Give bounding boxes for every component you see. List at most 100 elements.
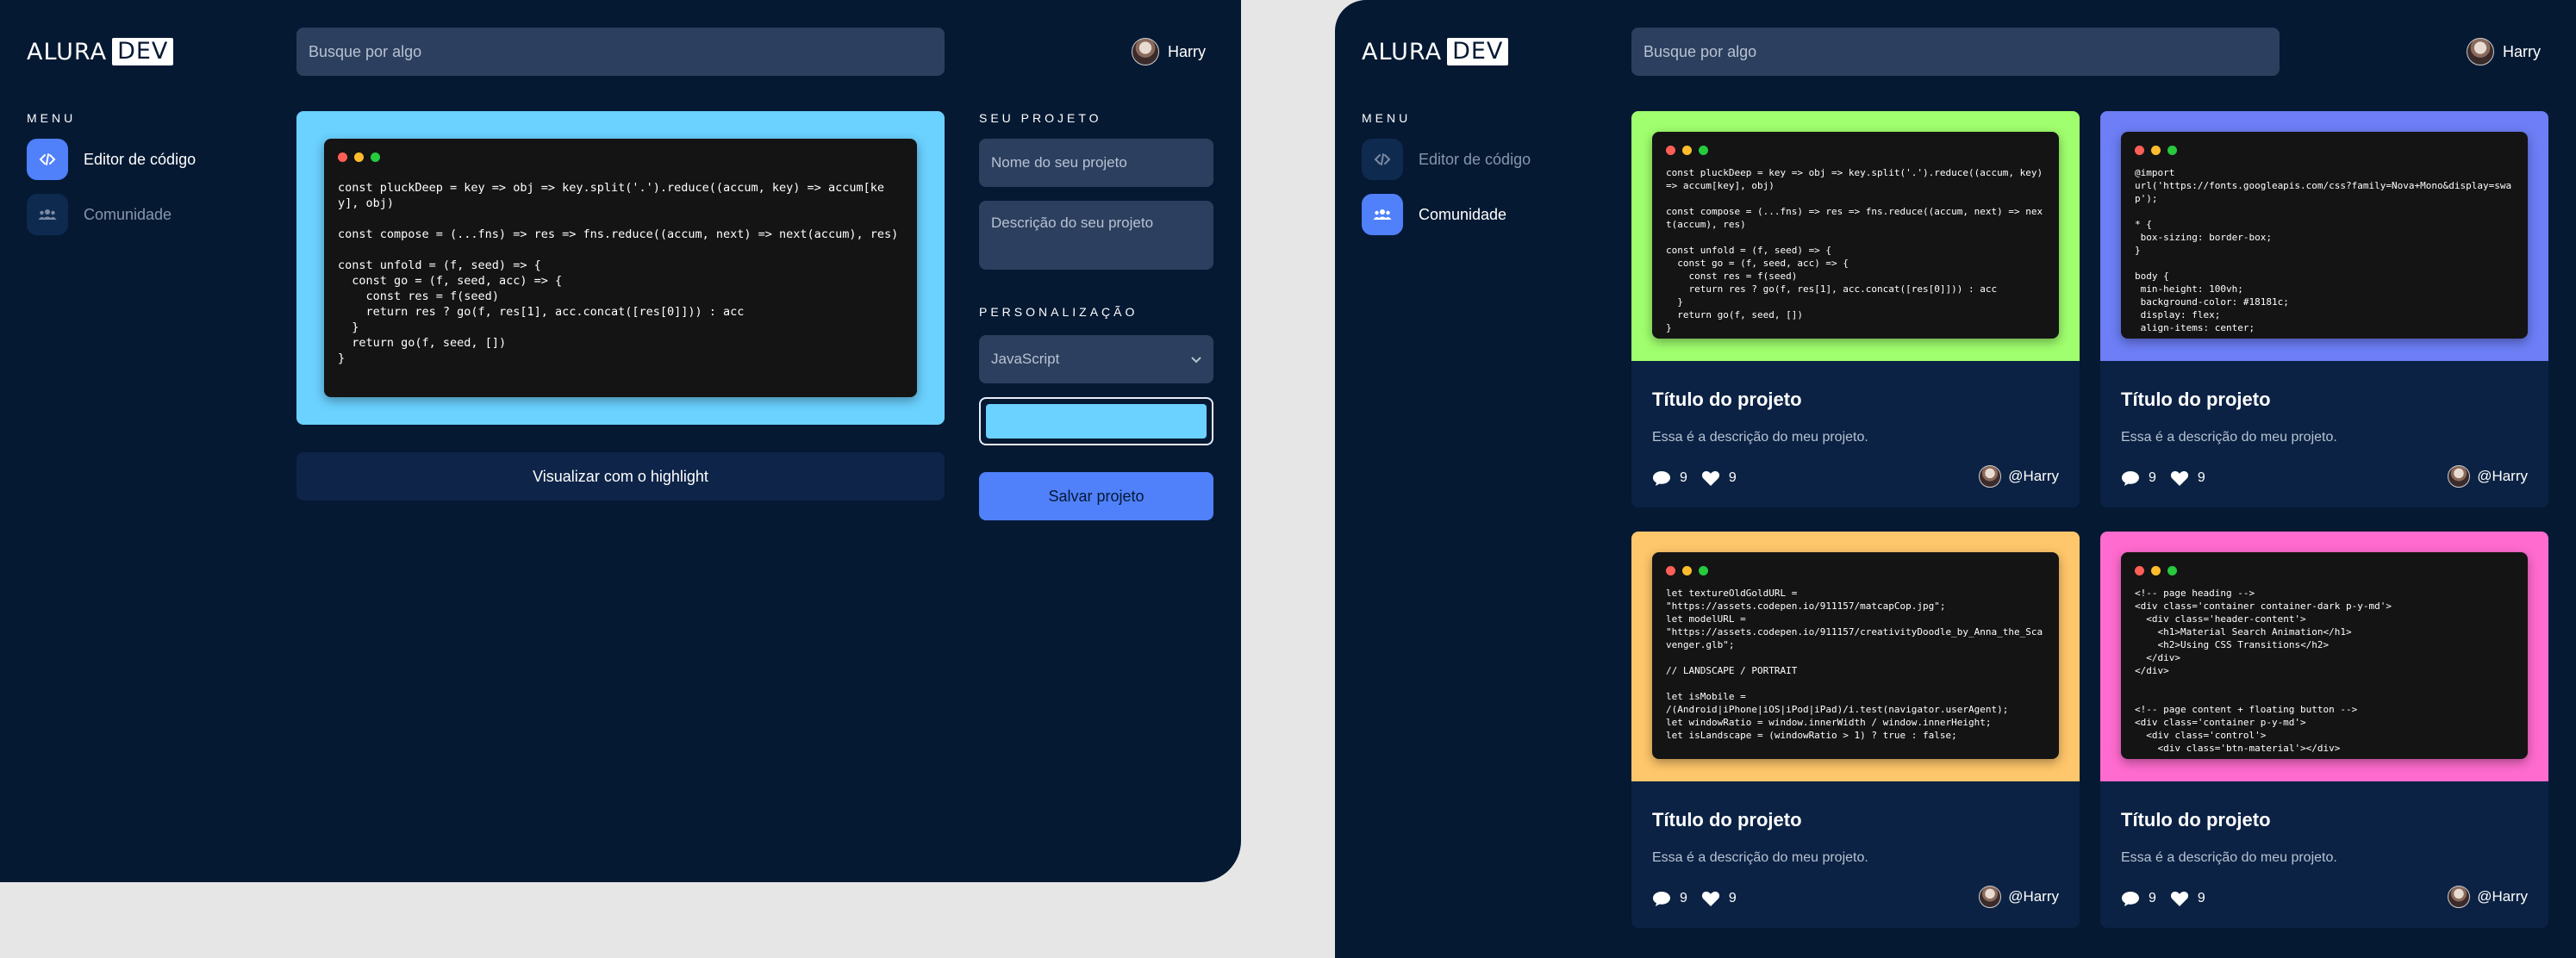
card-preview[interactable]: @import url('https://fonts.googleapis.co…: [2100, 111, 2548, 361]
card-stats: 9 9: [1652, 890, 1737, 907]
comment-count: 9: [2149, 891, 2156, 905]
code-preview: const pluckDeep = key => obj => key.spli…: [1652, 132, 2059, 339]
code-editor-frame: const pluckDeep = key => obj => key.spli…: [296, 111, 945, 425]
sidebar-item-label: Editor de código: [84, 150, 196, 168]
close-dot-icon: [338, 152, 347, 162]
avatar: [2448, 465, 2471, 488]
comment-count: 9: [1680, 470, 1687, 485]
search-input[interactable]: [296, 28, 945, 76]
search-input[interactable]: [1631, 28, 2280, 76]
window-controls: [338, 152, 380, 162]
card-preview[interactable]: <!-- page heading --> <div class='contai…: [2100, 532, 2548, 781]
comment-icon[interactable]: [2121, 890, 2140, 907]
sidebar-item-editor[interactable]: Editor de código: [1362, 139, 1531, 180]
comment-icon[interactable]: [2121, 470, 2140, 487]
author-name: @Harry: [2008, 468, 2059, 484]
code-editor[interactable]: const pluckDeep = key => obj => key.spli…: [324, 139, 917, 397]
user-name: Harry: [1168, 42, 1206, 60]
close-dot-icon: [2135, 146, 2144, 155]
like-count: 9: [1728, 470, 1737, 485]
author-name: @Harry: [2008, 888, 2059, 905]
user-name: Harry: [2503, 42, 2541, 60]
editor-screen: ALURA DEV Harry MENU Editor de código Co…: [0, 0, 1241, 882]
comment-count: 9: [2149, 470, 2156, 485]
users-icon: [27, 194, 68, 235]
logo[interactable]: ALURA DEV: [1362, 38, 1509, 65]
heart-icon[interactable]: [2170, 470, 2189, 487]
close-dot-icon: [1666, 146, 1675, 155]
close-dot-icon: [2135, 566, 2144, 575]
window-controls: [2135, 146, 2177, 155]
chevron-down-icon: [1191, 351, 1201, 368]
sidebar-item-label: Editor de código: [1419, 150, 1531, 168]
card-author[interactable]: @Harry: [1979, 465, 2059, 488]
maximize-dot-icon: [2167, 146, 2177, 155]
card-stats: 9 9: [1652, 470, 1737, 487]
maximize-dot-icon: [2167, 566, 2177, 575]
comment-icon[interactable]: [1652, 470, 1671, 487]
card-info: Título do projeto Essa é a descrição do …: [2100, 361, 2548, 507]
color-picker[interactable]: [979, 397, 1213, 445]
comment-icon[interactable]: [1652, 890, 1671, 907]
logo[interactable]: ALURA DEV: [27, 38, 174, 65]
window-controls: [1666, 566, 1708, 575]
author-name: @Harry: [2477, 888, 2528, 905]
code-icon: [1362, 139, 1403, 180]
close-dot-icon: [1666, 566, 1675, 575]
heart-icon[interactable]: [1701, 890, 1720, 907]
customization-title: PERSONALIZAÇÃO: [979, 305, 1138, 319]
project-card[interactable]: @import url('https://fonts.googleapis.co…: [2100, 111, 2548, 507]
avatar: [2448, 886, 2471, 908]
code-preview: let textureOldGoldURL = "https://assets.…: [1652, 552, 2059, 759]
card-author[interactable]: @Harry: [1979, 886, 2059, 908]
card-title: Título do projeto: [2121, 389, 2271, 410]
code-icon: [27, 139, 68, 180]
heart-icon[interactable]: [2170, 890, 2189, 907]
like-count: 9: [2197, 470, 2205, 485]
card-description: Essa é a descrição do meu projeto.: [1652, 430, 1868, 445]
card-description: Essa é a descrição do meu projeto.: [1652, 850, 1868, 865]
minimize-dot-icon: [2151, 146, 2161, 155]
logo-badge: DEV: [1447, 38, 1509, 65]
card-stats: 9 9: [2121, 470, 2205, 487]
card-stats: 9 9: [2121, 890, 2205, 907]
code-content: @import url('https://fonts.googleapis.co…: [2135, 167, 2512, 333]
sidebar-item-community[interactable]: Comunidade: [1362, 194, 1506, 235]
project-card[interactable]: const pluckDeep = key => obj => key.spli…: [1631, 111, 2080, 507]
menu-title: MENU: [27, 111, 77, 125]
heart-icon[interactable]: [1701, 470, 1720, 487]
maximize-dot-icon: [1699, 566, 1708, 575]
card-author[interactable]: @Harry: [2448, 465, 2528, 488]
maximize-dot-icon: [371, 152, 380, 162]
card-title: Título do projeto: [2121, 809, 2271, 830]
highlight-button[interactable]: Visualizar com o highlight: [296, 452, 945, 501]
community-screen: ALURA DEV Harry MENU Editor de código Co…: [1335, 0, 2576, 958]
project-description-input[interactable]: [979, 201, 1213, 270]
card-preview[interactable]: let textureOldGoldURL = "https://assets.…: [1631, 532, 2080, 781]
card-title: Título do projeto: [1652, 389, 1802, 410]
sidebar-item-community[interactable]: Comunidade: [27, 194, 172, 235]
language-select[interactable]: JavaScript: [979, 335, 1213, 383]
user-profile[interactable]: Harry: [1132, 38, 1206, 65]
avatar: [1979, 465, 2002, 488]
card-author[interactable]: @Harry: [2448, 886, 2528, 908]
project-card[interactable]: <!-- page heading --> <div class='contai…: [2100, 532, 2548, 928]
user-profile[interactable]: Harry: [2467, 38, 2541, 65]
sidebar-item-editor[interactable]: Editor de código: [27, 139, 196, 180]
project-card[interactable]: let textureOldGoldURL = "https://assets.…: [1631, 532, 2080, 928]
window-controls: [2135, 566, 2177, 575]
card-info: Título do projeto Essa é a descrição do …: [1631, 361, 2080, 507]
project-name-input[interactable]: [979, 139, 1213, 187]
logo-text: ALURA: [1362, 38, 1443, 65]
maximize-dot-icon: [1699, 146, 1708, 155]
code-content: <!-- page heading --> <div class='contai…: [2135, 588, 2392, 754]
minimize-dot-icon: [354, 152, 364, 162]
code-content: let textureOldGoldURL = "https://assets.…: [1666, 588, 2043, 741]
avatar: [1132, 38, 1159, 65]
like-count: 9: [1728, 891, 1737, 905]
logo-badge: DEV: [112, 38, 174, 65]
code-content[interactable]: const pluckDeep = key => obj => key.spli…: [338, 180, 905, 366]
logo-text: ALURA: [27, 38, 108, 65]
save-project-button[interactable]: Salvar projeto: [979, 472, 1213, 520]
card-preview[interactable]: const pluckDeep = key => obj => key.spli…: [1631, 111, 2080, 361]
